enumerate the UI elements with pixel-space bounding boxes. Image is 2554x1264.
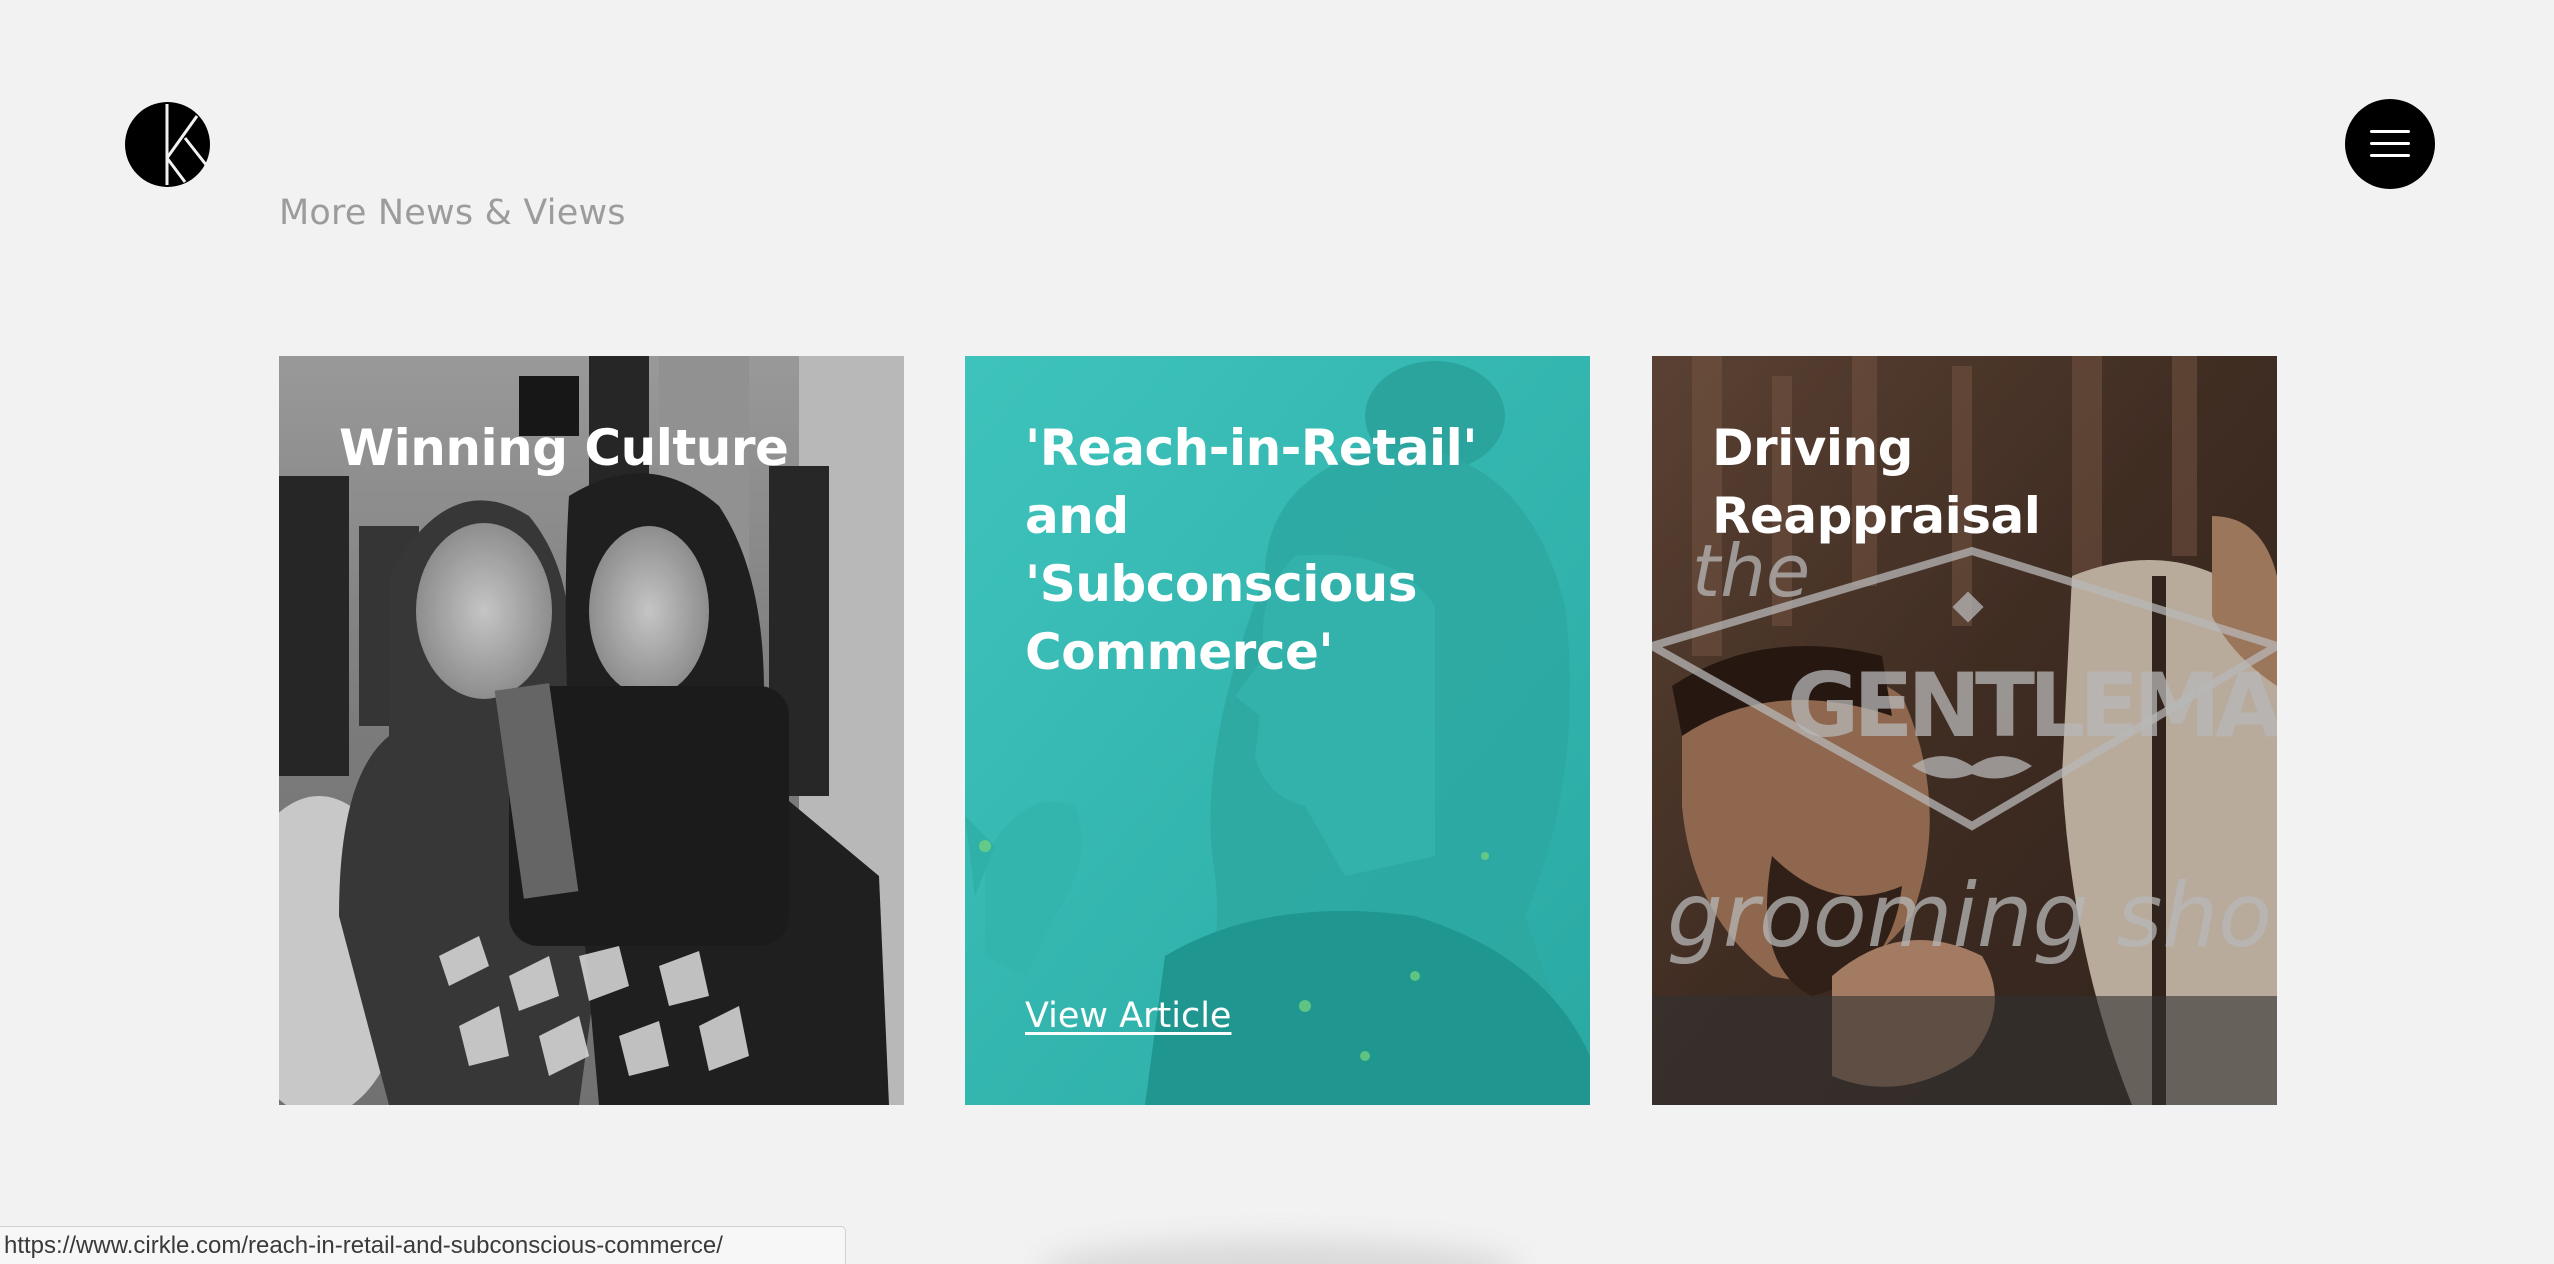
card-title: Driving Reappraisal xyxy=(1712,419,2041,545)
article-card-reach-in-retail[interactable]: 'Reach-in-Retail' and 'Subconscious Comm… xyxy=(965,356,1590,1105)
section-title: More News & Views xyxy=(279,193,626,233)
status-bar-url: https://www.cirkle.com/reach-in-retail-a… xyxy=(0,1226,846,1264)
article-card-driving-reappraisal[interactable]: the GENTLEMAN'S grooming show Driving Re… xyxy=(1652,356,2277,1105)
card-title: 'Reach-in-Retail' and 'Subconscious Comm… xyxy=(1025,419,1478,681)
article-cards: Winning Culture 'Reach-in-Retail' and 'S… xyxy=(279,356,2279,1106)
card-title: Winning Culture xyxy=(339,419,789,477)
bottom-shadow xyxy=(1040,1240,1520,1264)
page: More News & Views Winning Culture 'Reach… xyxy=(0,0,2554,1264)
view-article-link[interactable]: View Article xyxy=(1025,996,1231,1036)
article-card-winning-culture[interactable]: Winning Culture xyxy=(279,356,904,1105)
menu-button[interactable] xyxy=(2345,99,2435,189)
cirkle-logo-icon[interactable] xyxy=(125,102,210,187)
hamburger-menu-icon xyxy=(2370,130,2410,158)
